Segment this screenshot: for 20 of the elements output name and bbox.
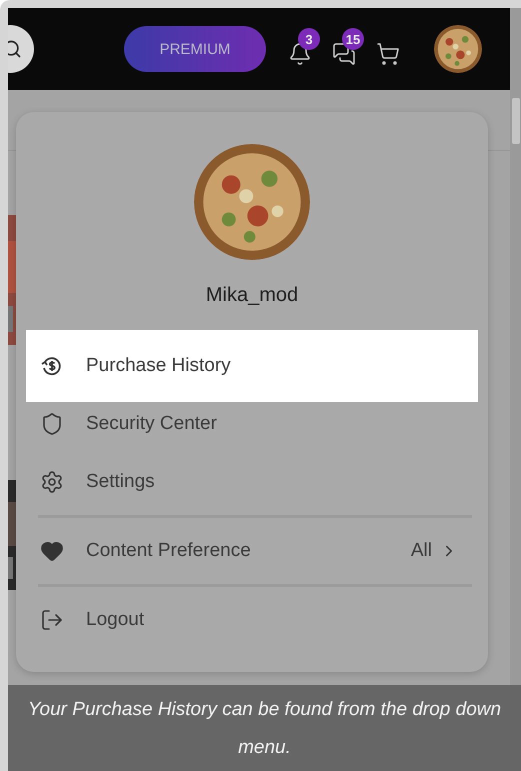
scrollbar[interactable] [510,8,521,685]
menu-item[interactable]: Content Preference All [26,522,478,580]
caption: Your Purchase History can be found from the drop down menu. [8,685,521,771]
message-count: 15 [342,28,364,50]
heart-icon [40,539,64,563]
username: Mika_mod [206,284,298,307]
search-icon [8,39,22,59]
menu-item[interactable]: Logout [26,591,478,649]
notifications-button[interactable]: 3 [288,28,320,70]
preference-value: All [410,540,432,562]
notification-count: 3 [298,28,320,50]
avatar-button[interactable] [434,25,482,73]
messages-button[interactable]: 15 [332,28,364,70]
shield-icon [40,412,64,436]
menu-item[interactable]: Purchase History [26,330,478,402]
premium-button[interactable]: PREMIUM [124,26,266,72]
settings-icon [40,470,64,494]
logout-icon [40,608,64,632]
menu-item[interactable]: Settings [26,453,478,511]
cart-icon [376,42,400,66]
